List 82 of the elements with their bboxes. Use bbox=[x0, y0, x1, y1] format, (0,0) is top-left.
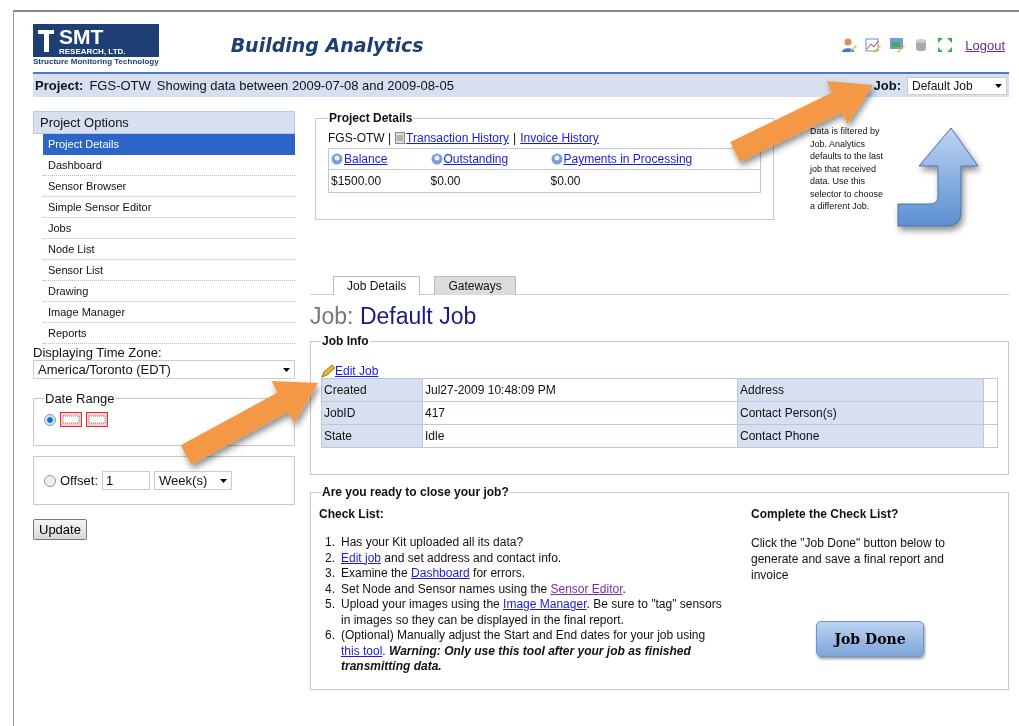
checklist-item: 2. Edit job and set address and contact info. bbox=[324, 550, 563, 566]
calculator-icon bbox=[395, 132, 406, 144]
sidebar-item[interactable]: Reports bbox=[43, 323, 295, 344]
complete-instructions: Click the "Job Done" button below to generate and save a final report and invoice bbox=[751, 535, 946, 583]
job-filter-note: Data is filtered by Job. Analytics defaults to the last job that received data. Use this selector to choose a different Job. bbox=[810, 125, 885, 213]
table-cell: Jul27-2009 10:48:09 PM bbox=[422, 378, 738, 402]
sidebar-item[interactable]: Jobs bbox=[43, 218, 295, 239]
column-header-link[interactable]: Balance bbox=[344, 152, 388, 166]
caret-icon bbox=[995, 83, 1002, 88]
tab[interactable]: Gateways bbox=[434, 276, 516, 295]
table-cell: Idle bbox=[422, 424, 738, 448]
project-details-legend: Project Details bbox=[328, 111, 414, 125]
row-label: JobID bbox=[321, 401, 423, 425]
job-done-button[interactable]: Job Done bbox=[816, 621, 924, 657]
job-label: Job: bbox=[873, 78, 901, 93]
time-zone-label: Displaying Time Zone: bbox=[33, 345, 163, 360]
row-label: Contact Phone bbox=[737, 424, 984, 448]
help-icon[interactable] bbox=[430, 153, 443, 165]
inline-link[interactable]: Image Manager bbox=[503, 597, 587, 611]
help-icon[interactable] bbox=[550, 153, 563, 165]
job-select[interactable]: Default Job bbox=[907, 76, 1007, 95]
sidebar-item[interactable]: Project Details bbox=[43, 134, 295, 155]
job-heading: Job: Default Job bbox=[310, 303, 478, 330]
checklist-item: 6. (Optional) Manually adjust the Start and End dates for your job using this tool. Warning: Only use this tool after your job as finished transmitting data. bbox=[324, 628, 707, 675]
calendar-icon[interactable] bbox=[86, 412, 108, 427]
caret-icon bbox=[283, 367, 290, 372]
inline-link[interactable]: Edit job bbox=[341, 550, 382, 565]
inline-link[interactable]: Dashboard bbox=[411, 566, 470, 580]
job-info-legend: Job Info bbox=[321, 334, 370, 348]
sidebar-item[interactable]: Drawing bbox=[43, 281, 295, 302]
table-cell: $1500.00 bbox=[328, 169, 429, 193]
project-label: Project: bbox=[35, 78, 84, 93]
time-zone-select[interactable]: America/Toronto (EDT) bbox=[33, 360, 295, 379]
user-edit-icon[interactable] bbox=[841, 37, 858, 53]
offset-field[interactable]: 1 bbox=[102, 471, 151, 490]
sidebar-item[interactable]: Dashboard bbox=[43, 155, 295, 176]
transaction-history-link[interactable]: Transaction History bbox=[406, 131, 510, 145]
link-separator: | bbox=[513, 131, 517, 145]
complete-title: Complete the Check List? bbox=[751, 507, 900, 521]
row-label: Address bbox=[737, 378, 984, 402]
checklist-item: 4. Set Node and Sensor names using the Sensor Editor. bbox=[324, 581, 627, 597]
sidebar-item[interactable]: Sensor Browser bbox=[43, 176, 295, 197]
sidebar-item[interactable]: Simple Sensor Editor bbox=[43, 197, 295, 218]
column-header-link[interactable]: Outstanding bbox=[443, 152, 509, 166]
date-range-text: Showing data between 2009-07-08 and 2009-08-05 bbox=[156, 78, 454, 93]
app-title: Building Analytics bbox=[230, 34, 424, 56]
table-cell: 417 bbox=[422, 401, 738, 425]
invoice-history-link[interactable]: Invoice History bbox=[520, 131, 599, 145]
sidebar-header: Project Options bbox=[33, 111, 295, 134]
unit-select[interactable]: Week(s) bbox=[154, 471, 233, 490]
edit-job-link[interactable]: Edit Job bbox=[335, 364, 379, 378]
checklist-item: 3. Examine the Dashboard for errors. bbox=[324, 566, 527, 582]
chart-edit-icon[interactable] bbox=[865, 37, 882, 53]
update-button[interactable]: Update bbox=[33, 519, 87, 540]
checklist-item: 1. Has your Kit uploaded all its data? bbox=[324, 535, 525, 551]
row-label: Created bbox=[321, 378, 423, 402]
fullscreen-icon[interactable] bbox=[937, 37, 954, 53]
offset-radio[interactable] bbox=[44, 474, 56, 487]
offset-label: Offset: bbox=[60, 473, 99, 488]
close-job-legend: Are you ready to close your job? bbox=[321, 485, 510, 499]
checklist-title: Check List: bbox=[319, 507, 385, 521]
project-name: FGS-OTW bbox=[89, 78, 151, 93]
sidebar-item[interactable]: Node List bbox=[43, 239, 295, 260]
calendar-icon[interactable] bbox=[60, 412, 82, 427]
date-range-legend: Date Range bbox=[44, 391, 116, 406]
date-range-radio[interactable] bbox=[44, 413, 56, 426]
company-logo: SMT RESEARCH, LTD. Structure Monitoring Technology bbox=[33, 24, 159, 66]
image-edit-icon[interactable] bbox=[889, 37, 906, 53]
caret-icon bbox=[220, 478, 228, 483]
column-header-link[interactable]: Payments in Processing bbox=[563, 152, 693, 166]
checklist-item: 5. Upload your images using the Image Manager. Be sure to "tag" sensors in images so they can be displayed in the final report. bbox=[324, 597, 723, 628]
sidebar-item[interactable]: Sensor List bbox=[43, 260, 295, 281]
row-label: State bbox=[321, 424, 423, 448]
table-cell: $0.00 bbox=[548, 169, 761, 193]
help-icon[interactable] bbox=[331, 153, 343, 165]
logout-link[interactable]: Logout bbox=[965, 37, 1005, 53]
tab[interactable]: Job Details bbox=[333, 276, 421, 295]
sidebar-item[interactable]: Image Manager bbox=[43, 302, 295, 323]
row-label: Contact Person(s) bbox=[737, 401, 984, 425]
table-cell: $0.00 bbox=[428, 169, 549, 193]
inline-link[interactable]: Sensor Editor bbox=[550, 581, 623, 596]
project-code: FGS-OTW | bbox=[328, 131, 392, 145]
